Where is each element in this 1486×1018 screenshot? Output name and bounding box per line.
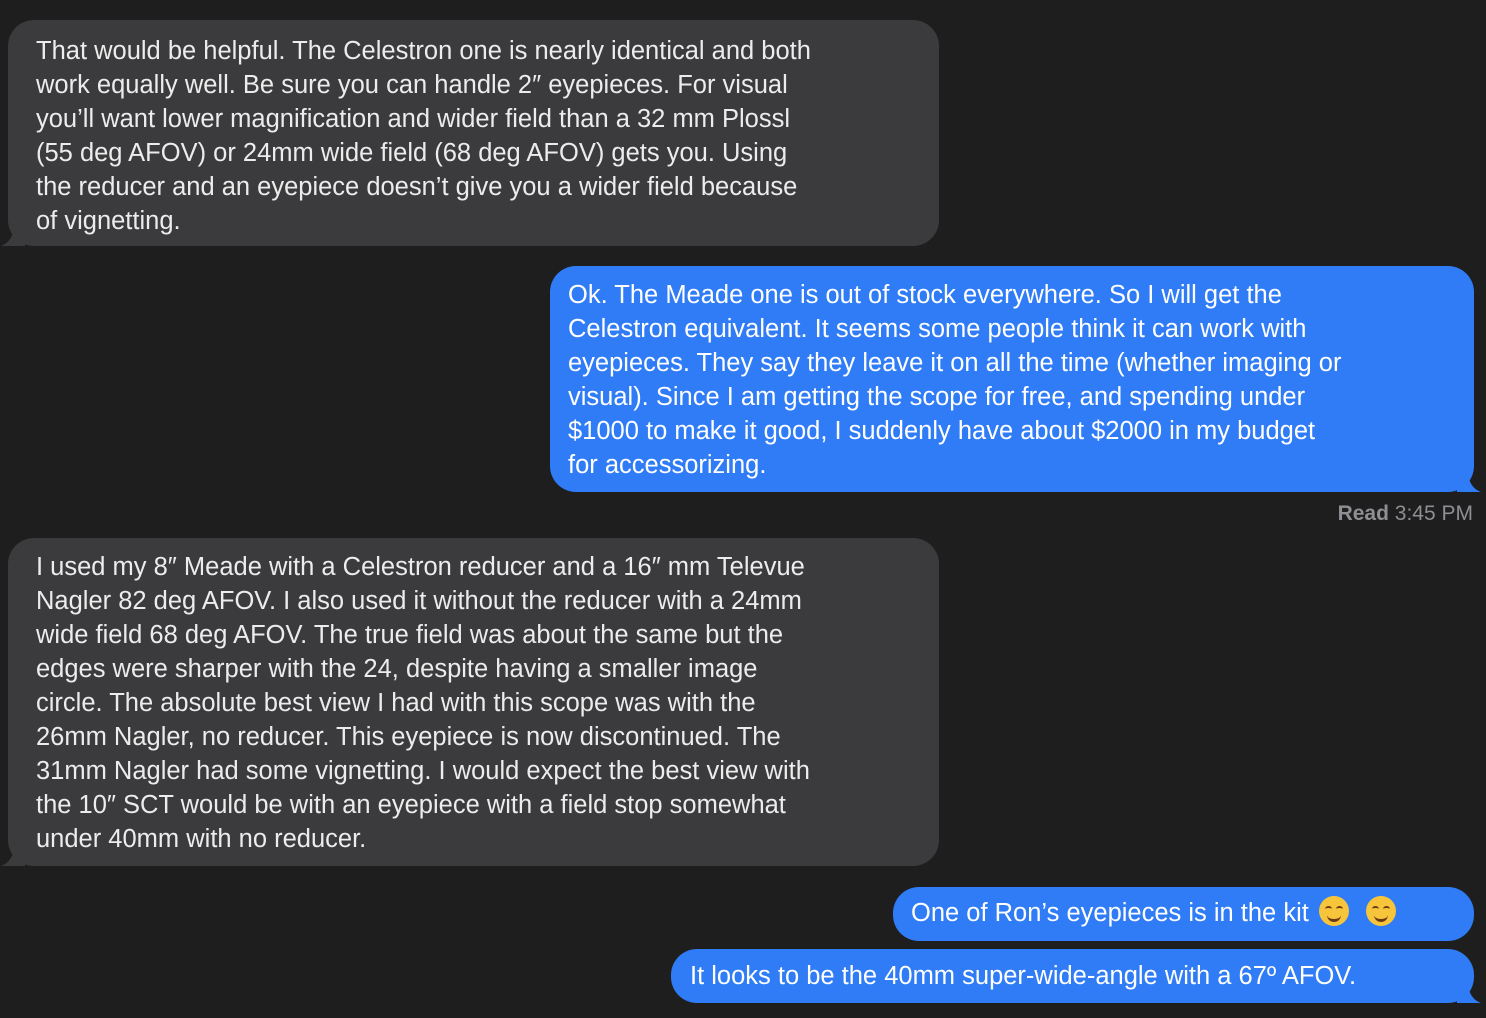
message-line: the reducer and an eyepiece doesn’t give…	[36, 173, 798, 201]
message-line: I used my 8″ Meade with a Celestron redu…	[36, 553, 805, 581]
message-bubble-incoming[interactable]: I used my 8″ Meade with a Celestron redu…	[1, 538, 939, 866]
bubble-tail	[1457, 470, 1481, 492]
message-line: you’ll want lower magnification and wide…	[36, 105, 791, 133]
read-time: 3:45 PM	[1394, 502, 1473, 525]
message-line: Ok. The Meade one is out of stock everyw…	[568, 281, 1282, 309]
message-line: under 40mm with no reducer.	[36, 825, 367, 853]
message-line: of vignetting.	[36, 207, 181, 235]
message-text: It looks to be the 40mm super-wide-angle…	[690, 962, 1357, 990]
smiling-face-emoji	[1365, 896, 1396, 926]
message-line: eyepieces. They say they leave it on all…	[568, 349, 1342, 377]
message-line: 26mm Nagler, no reducer. This eyepiece i…	[36, 723, 781, 751]
message-line: wide field 68 deg AFOV. The true field w…	[36, 621, 784, 649]
message-line: Nagler 82 deg AFOV. I also used it witho…	[36, 587, 802, 615]
message-text: One of Ron’s eyepieces is in the kit	[911, 899, 1309, 927]
bubble-tail	[1, 224, 25, 246]
bubble-tail	[1, 844, 25, 866]
message-line: That would be helpful. The Celestron one…	[36, 37, 811, 65]
message-line: 31mm Nagler had some vignetting. I would…	[36, 757, 810, 785]
message-line: $1000 to make it good, I suddenly have a…	[568, 417, 1316, 445]
message-line: for accessorizing.	[568, 451, 767, 479]
message-line: edges were sharper with the 24, despite …	[36, 655, 758, 683]
smiling-face-emoji	[1318, 896, 1349, 926]
message-line: the 10″ SCT would be with an eyepiece wi…	[36, 791, 786, 819]
message-line: work equally well. Be sure you can handl…	[36, 71, 788, 99]
bubble-tail	[1457, 981, 1481, 1003]
message-bubble-incoming[interactable]: That would be helpful. The Celestron one…	[1, 20, 939, 246]
read-label: Read	[1337, 502, 1389, 525]
message-line: Celestron equivalent. It seems some peop…	[568, 315, 1307, 343]
message-bubble-outgoing[interactable]: It looks to be the 40mm super-wide-angle…	[671, 949, 1481, 1003]
message-bubble-outgoing[interactable]: Ok. The Meade one is out of stock everyw…	[550, 266, 1481, 492]
message-line: circle. The absolute best view I had wit…	[36, 689, 756, 717]
read-receipt: Read 3:45 PM	[1338, 502, 1473, 526]
message-bubble-outgoing[interactable]: One of Ron’s eyepieces is in the kit	[893, 887, 1474, 941]
message-line: visual). Since I am getting the scope fo…	[568, 383, 1306, 411]
message-line: (55 deg AFOV) or 24mm wide field (68 deg…	[36, 139, 788, 167]
